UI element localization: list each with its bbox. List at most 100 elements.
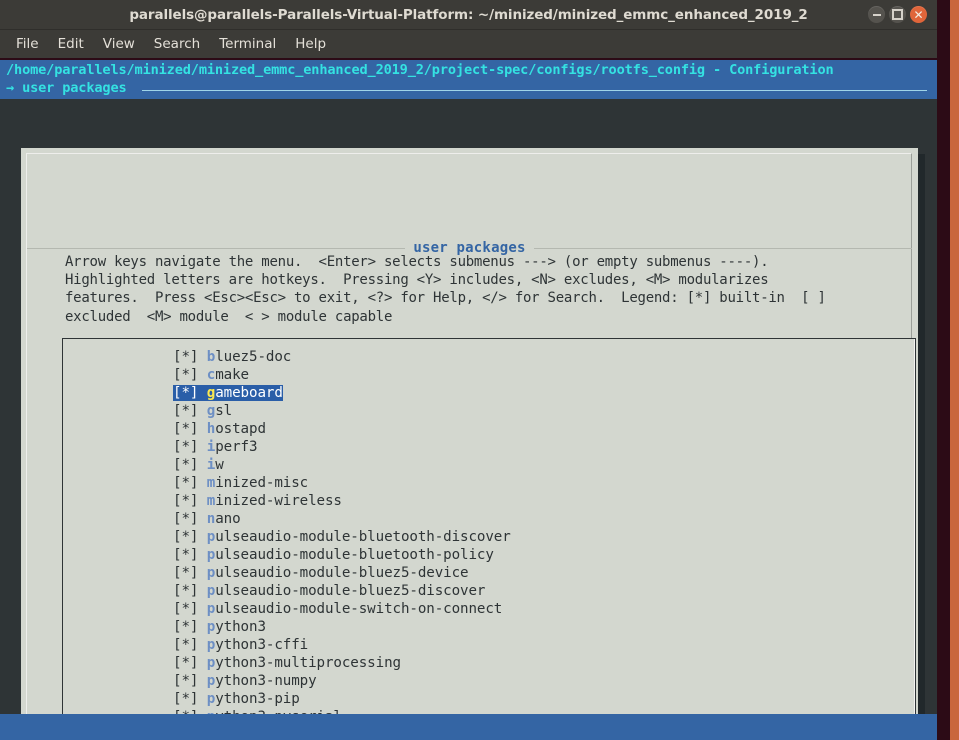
- menuconfig-dialog: user packages Arrow keys navigate the me…: [21, 148, 918, 714]
- package-list-item[interactable]: [*] python3-multiprocessing: [173, 654, 913, 672]
- package-label: ulseaudio-module-bluez5-device: [215, 565, 469, 581]
- package-checkbox[interactable]: [*]: [173, 673, 207, 689]
- package-list-frame: [*] bluez5-doc [*] cmake [*] gameboard [*] …: [62, 338, 916, 714]
- package-item-content: [*] nano: [173, 511, 241, 527]
- package-item-content: [*] minized-misc: [173, 475, 308, 491]
- package-list-item[interactable]: [*] python3-cffi: [173, 636, 913, 654]
- package-label: perf3: [215, 439, 258, 455]
- package-checkbox[interactable]: [*]: [173, 421, 207, 437]
- package-hotkey-letter: i: [206, 457, 216, 473]
- package-hotkey-letter: p: [207, 709, 216, 714]
- breadcrumb-label: → user packages: [6, 80, 127, 96]
- breadcrumb-rule: [142, 90, 927, 91]
- package-item-content: [*] pulseaudio-module-bluetooth-policy: [173, 547, 494, 563]
- terminal-content: /home/parallels/minized/minized_emmc_enh…: [0, 60, 937, 714]
- package-list-item[interactable]: [*] iperf3: [173, 438, 913, 456]
- package-list-item[interactable]: [*] bluez5-doc: [173, 348, 913, 366]
- package-checkbox[interactable]: [*]: [173, 439, 207, 455]
- package-checkbox[interactable]: [*]: [173, 367, 207, 383]
- package-list-item[interactable]: [*] python3-pip: [173, 690, 913, 708]
- package-label: ulseaudio-module-bluetooth-discover: [215, 529, 511, 545]
- package-checkbox[interactable]: [*]: [173, 601, 207, 617]
- package-checkbox[interactable]: [*]: [173, 349, 207, 365]
- package-item-content: [*] python3-pyserial: [173, 709, 342, 714]
- package-label: luez5-doc: [215, 349, 292, 365]
- package-item-content: [*] bluez5-doc: [173, 349, 291, 365]
- package-list-item[interactable]: [*] pulseaudio-module-bluetooth-discover: [173, 528, 913, 546]
- package-label: ython3-pip: [215, 691, 300, 707]
- package-checkbox[interactable]: [*]: [173, 529, 207, 545]
- package-checkbox[interactable]: [*]: [173, 385, 207, 401]
- package-hotkey-letter: g: [206, 403, 216, 419]
- package-item-content: [*] iperf3: [173, 439, 258, 455]
- package-item-content: [*] iw: [173, 457, 224, 473]
- package-list[interactable]: [*] bluez5-doc [*] cmake [*] gameboard [*] …: [173, 348, 913, 714]
- package-item-content: [*] pulseaudio-module-bluez5-discover: [173, 583, 485, 599]
- menu-item-view[interactable]: View: [95, 34, 143, 54]
- package-checkbox[interactable]: [*]: [173, 475, 207, 491]
- package-checkbox[interactable]: [*]: [173, 511, 207, 527]
- package-label: ulseaudio-module-switch-on-connect: [215, 601, 503, 617]
- package-list-item[interactable]: [*] iw: [173, 456, 913, 474]
- package-checkbox[interactable]: [*]: [173, 583, 207, 599]
- package-list-item[interactable]: [*] python3: [173, 618, 913, 636]
- terminal-window: parallels@parallels-Parallels-Virtual-Pl…: [0, 0, 937, 714]
- package-checkbox[interactable]: [*]: [173, 565, 207, 581]
- package-label: ython3-cffi: [215, 637, 309, 653]
- package-checkbox[interactable]: [*]: [173, 655, 207, 671]
- menu-item-edit[interactable]: Edit: [50, 34, 92, 54]
- minimize-button[interactable]: [868, 6, 885, 23]
- package-label: ython3-multiprocessing: [215, 655, 401, 671]
- menubar: File Edit View Search Terminal Help: [0, 30, 937, 60]
- package-checkbox[interactable]: [*]: [173, 709, 207, 714]
- package-label: ulseaudio-module-bluetooth-policy: [215, 547, 494, 563]
- package-label: ython3-pyserial: [215, 709, 342, 714]
- package-list-item[interactable]: [*] pulseaudio-module-switch-on-connect: [173, 600, 913, 618]
- menuconfig-banner: /home/parallels/minized/minized_emmc_enh…: [0, 60, 937, 99]
- package-hotkey-letter: p: [206, 637, 216, 653]
- package-checkbox[interactable]: [*]: [173, 403, 207, 419]
- package-checkbox[interactable]: [*]: [173, 547, 207, 563]
- menu-item-file[interactable]: File: [8, 34, 47, 54]
- package-list-item[interactable]: [*] minized-misc: [173, 474, 913, 492]
- package-item-content: [*] pulseaudio-module-switch-on-connect: [173, 601, 502, 617]
- package-hotkey-letter: p: [206, 529, 216, 545]
- menu-item-terminal[interactable]: Terminal: [211, 34, 284, 54]
- minimize-icon: [872, 13, 881, 16]
- package-list-item[interactable]: [*] minized-wireless: [173, 492, 913, 510]
- package-hotkey-letter: p: [206, 583, 216, 599]
- package-list-item[interactable]: [*] gsl: [173, 402, 913, 420]
- package-item-content: [*] pulseaudio-module-bluez5-device: [173, 565, 469, 581]
- package-list-item[interactable]: [*] hostapd: [173, 420, 913, 438]
- maximize-button[interactable]: [889, 6, 906, 23]
- menu-item-search[interactable]: Search: [146, 34, 208, 54]
- package-checkbox[interactable]: [*]: [173, 457, 207, 473]
- package-hotkey-letter: p: [206, 547, 216, 563]
- package-checkbox[interactable]: [*]: [173, 493, 207, 509]
- package-list-item[interactable]: [*] pulseaudio-module-bluez5-discover: [173, 582, 913, 600]
- package-list-item[interactable]: [*] cmake: [173, 366, 913, 384]
- package-list-item[interactable]: [*] pulseaudio-module-bluetooth-policy: [173, 546, 913, 564]
- config-path-title: /home/parallels/minized/minized_emmc_enh…: [6, 62, 834, 78]
- package-item-content: [*] python3-numpy: [173, 673, 317, 689]
- package-list-item[interactable]: [*] nano: [173, 510, 913, 528]
- package-item-content: [*] gsl: [173, 403, 232, 419]
- package-list-item[interactable]: [*] python3-pyserial: [173, 708, 913, 714]
- dialog-title-rule-left: [27, 247, 406, 249]
- package-checkbox[interactable]: [*]: [173, 619, 207, 635]
- package-list-item[interactable]: [*] gameboard: [173, 384, 913, 402]
- package-list-item[interactable]: [*] python3-numpy: [173, 672, 913, 690]
- package-hotkey-letter: m: [206, 493, 216, 509]
- window-titlebar[interactable]: parallels@parallels-Parallels-Virtual-Pl…: [0, 0, 937, 30]
- package-item-content: [*] python3: [173, 619, 266, 635]
- package-label: ano: [215, 511, 241, 527]
- package-list-item[interactable]: [*] pulseaudio-module-bluez5-device: [173, 564, 913, 582]
- close-button[interactable]: ✕: [910, 6, 927, 23]
- package-checkbox[interactable]: [*]: [173, 691, 207, 707]
- package-checkbox[interactable]: [*]: [173, 637, 207, 653]
- package-item-content: [*] python3-pip: [173, 691, 300, 707]
- close-icon: ✕: [913, 7, 924, 22]
- package-item-content: [*] hostapd: [173, 421, 266, 437]
- breadcrumb: → user packages: [6, 79, 931, 98]
- menu-item-help[interactable]: Help: [287, 34, 334, 54]
